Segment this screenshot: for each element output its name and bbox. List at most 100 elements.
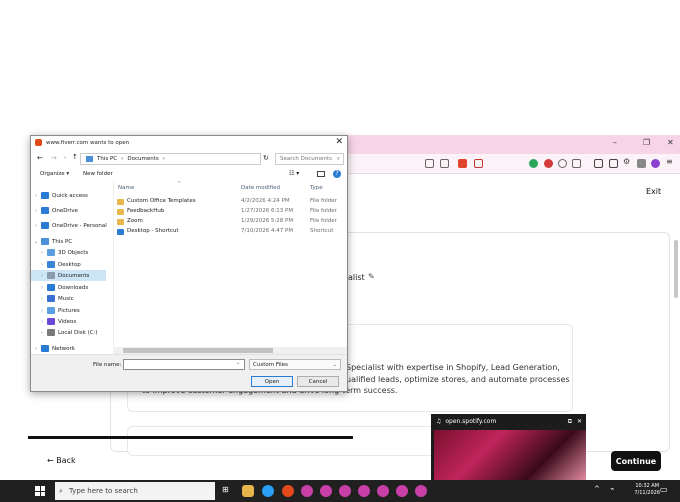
app-icon[interactable] bbox=[358, 485, 370, 497]
chevron-down-icon[interactable]: ⌄ bbox=[63, 154, 67, 160]
nav-item-videos[interactable]: › Videos bbox=[31, 316, 109, 327]
file-row[interactable]: Zoom 1/29/2026 5:28 PM File folder bbox=[114, 217, 346, 227]
file-type: File folder bbox=[310, 198, 337, 204]
page-scrollbar[interactable] bbox=[674, 240, 678, 298]
nav-item-pictures[interactable]: › Pictures bbox=[31, 305, 109, 316]
column-date[interactable]: Date modified bbox=[241, 185, 280, 191]
reading-list-icon[interactable] bbox=[609, 159, 618, 168]
new-folder-button[interactable]: New folder bbox=[83, 171, 113, 177]
spotify-miniplayer[interactable]: ♫ open.spotify.com ⧉ ✕ bbox=[431, 414, 586, 480]
nav-item-3d-objects[interactable]: › 3D Objects bbox=[31, 247, 109, 258]
app-icon[interactable] bbox=[396, 485, 408, 497]
edge-icon[interactable] bbox=[262, 485, 274, 497]
column-name[interactable]: Name bbox=[118, 185, 134, 191]
windows-start-icon[interactable] bbox=[35, 486, 45, 496]
view-options-icon[interactable]: ☷ ▾ bbox=[289, 170, 299, 177]
exit-link[interactable]: Exit bbox=[646, 187, 661, 196]
up-arrow-icon[interactable]: ↑ bbox=[72, 153, 78, 161]
notification-icon[interactable]: ▭ bbox=[660, 485, 672, 497]
nav-item-onedrive[interactable]: › OneDrive bbox=[31, 205, 109, 216]
organize-button[interactable]: Organize ▾ bbox=[40, 171, 69, 177]
scrollbar-thumb[interactable] bbox=[123, 348, 273, 353]
app-icon[interactable] bbox=[301, 485, 313, 497]
file-row[interactable]: Desktop - Shortcut 7/10/2026 4:47 PM Sho… bbox=[114, 227, 346, 237]
file-row[interactable]: FeedbackHub 1/27/2026 6:13 PM File folde… bbox=[114, 207, 346, 217]
cancel-button[interactable]: Cancel bbox=[297, 376, 339, 387]
nav-item-onedrive-personal[interactable]: › OneDrive - Personal bbox=[31, 220, 109, 231]
nav-item-documents[interactable]: › Documents bbox=[31, 270, 106, 281]
nav-item-music[interactable]: › Music bbox=[31, 293, 109, 304]
profile-icon[interactable] bbox=[651, 159, 660, 168]
file-type-filter[interactable]: Custom Files ⌄ bbox=[249, 359, 341, 370]
edit-pencil-icon[interactable]: ✎ bbox=[368, 272, 375, 281]
app-icon[interactable] bbox=[320, 485, 332, 497]
close-icon[interactable]: ✕ bbox=[577, 418, 582, 425]
album-art bbox=[434, 430, 586, 480]
zoom-icon[interactable] bbox=[440, 159, 449, 168]
cast-icon[interactable] bbox=[425, 159, 434, 168]
nav-item-local-disk[interactable]: › Local Disk (C:) bbox=[31, 327, 109, 338]
back-button[interactable]: ← Back bbox=[47, 456, 76, 465]
nav-item-label: Music bbox=[58, 295, 74, 302]
settings-icon[interactable]: ⚙ bbox=[623, 157, 632, 166]
horizontal-scrollbar[interactable] bbox=[113, 347, 347, 354]
address-bar[interactable]: This PC › Documents › bbox=[80, 153, 261, 165]
app-icon[interactable] bbox=[415, 485, 427, 497]
close-icon[interactable]: ✕ bbox=[335, 137, 343, 147]
extension-shield-icon[interactable] bbox=[529, 159, 538, 168]
file-explorer-icon[interactable] bbox=[242, 485, 254, 497]
column-type[interactable]: Type bbox=[310, 185, 323, 191]
network-icon[interactable]: ⌁ bbox=[610, 485, 622, 497]
search-input[interactable]: Search Documents ⌕ bbox=[275, 153, 344, 165]
nav-item-desktop[interactable]: › Desktop bbox=[31, 259, 109, 270]
refresh-icon[interactable]: ↻ bbox=[263, 154, 269, 162]
file-row[interactable]: Custom Office Templates 4/2/2026 4:24 PM… bbox=[114, 197, 346, 207]
minimize-icon[interactable]: – bbox=[613, 138, 617, 147]
nav-item-label: Network bbox=[52, 345, 75, 352]
description-line: ualified leads, optimize stores, and aut… bbox=[346, 375, 570, 384]
star-icon bbox=[41, 192, 49, 199]
preview-pane-icon[interactable] bbox=[317, 171, 325, 177]
sidebar-icon[interactable] bbox=[594, 159, 603, 168]
back-arrow-icon[interactable]: ← bbox=[37, 154, 43, 162]
restore-icon[interactable]: ❐ bbox=[643, 138, 650, 147]
browser-toolbar: ⚙ ≡ bbox=[347, 154, 680, 174]
open-button[interactable]: Open bbox=[251, 376, 293, 387]
cube-icon bbox=[47, 249, 55, 256]
file-name-input[interactable] bbox=[123, 359, 245, 370]
taskbar-search[interactable]: ⌕ Type here to search bbox=[55, 482, 215, 500]
description-line: Specialist with expertise in Shopify, Le… bbox=[346, 363, 560, 372]
nav-item-label: 3D Objects bbox=[58, 249, 89, 256]
nav-item-downloads[interactable]: › Downloads bbox=[31, 282, 109, 293]
nav-item-this-pc[interactable]: ⌄ This PC bbox=[31, 236, 109, 247]
close-icon[interactable]: ✕ bbox=[667, 138, 674, 147]
brave-icon[interactable] bbox=[282, 485, 294, 497]
address-crumb[interactable]: Documents bbox=[127, 156, 158, 162]
app-icon[interactable] bbox=[377, 485, 389, 497]
brave-shield-icon[interactable] bbox=[458, 159, 467, 168]
menu-icon[interactable]: ≡ bbox=[666, 157, 675, 166]
chevron-up-icon[interactable]: ^ bbox=[594, 485, 606, 497]
chevron-down-icon[interactable]: ⌄ bbox=[236, 360, 240, 366]
continue-button[interactable]: Continue bbox=[611, 451, 661, 471]
help-icon[interactable]: ? bbox=[333, 170, 341, 178]
expand-icon[interactable]: ⧉ bbox=[568, 418, 572, 426]
nav-item-quick-access[interactable]: › Quick access bbox=[31, 190, 109, 201]
desktop-icon bbox=[47, 261, 55, 268]
nav-item-network[interactable]: › Network bbox=[31, 343, 109, 354]
address-crumb[interactable]: This PC bbox=[97, 156, 117, 162]
extension-chat-icon[interactable] bbox=[558, 159, 567, 168]
cloud-icon bbox=[41, 222, 49, 229]
clock-time: 10:32 AM bbox=[635, 483, 660, 489]
clock[interactable]: 10:32 AM 7/11/2026 bbox=[634, 483, 660, 497]
nav-item-label: OneDrive - Personal bbox=[52, 222, 107, 229]
task-view-icon[interactable]: ⊞ bbox=[222, 485, 234, 497]
extensions-icon[interactable] bbox=[637, 159, 646, 168]
extension-grid-icon[interactable] bbox=[572, 159, 581, 168]
brave-rewards-icon[interactable] bbox=[474, 159, 483, 168]
file-list: Name ^ Date modified Type Custom Office … bbox=[113, 181, 347, 354]
forward-arrow-icon[interactable]: → bbox=[51, 154, 57, 162]
taskbar-search-placeholder: Type here to search bbox=[69, 487, 138, 495]
extension-red-icon[interactable] bbox=[544, 159, 553, 168]
app-icon[interactable] bbox=[339, 485, 351, 497]
